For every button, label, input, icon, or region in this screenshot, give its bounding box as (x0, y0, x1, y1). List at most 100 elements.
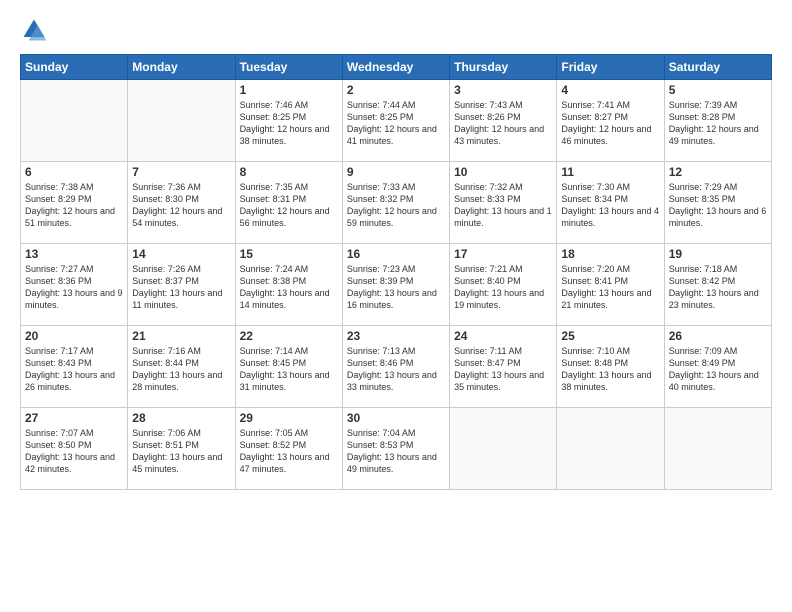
day-number: 5 (669, 83, 767, 97)
calendar-week-4: 20 Sunrise: 7:17 AMSunset: 8:43 PMDayligh… (21, 326, 772, 408)
day-info: Sunrise: 7:16 AMSunset: 8:44 PMDaylight:… (132, 345, 230, 394)
calendar-cell: 16 Sunrise: 7:23 AMSunset: 8:39 PMDayligh… (342, 244, 449, 326)
day-info: Sunrise: 7:36 AMSunset: 8:30 PMDaylight:… (132, 181, 230, 230)
day-number: 1 (240, 83, 338, 97)
day-number: 27 (25, 411, 123, 425)
day-number: 3 (454, 83, 552, 97)
day-info: Sunrise: 7:04 AMSunset: 8:53 PMDaylight:… (347, 427, 445, 476)
day-number: 16 (347, 247, 445, 261)
calendar-header-wednesday: Wednesday (342, 55, 449, 80)
day-number: 12 (669, 165, 767, 179)
day-info: Sunrise: 7:30 AMSunset: 8:34 PMDaylight:… (561, 181, 659, 230)
calendar-week-1: 1 Sunrise: 7:46 AMSunset: 8:25 PMDaylight… (21, 80, 772, 162)
day-info: Sunrise: 7:17 AMSunset: 8:43 PMDaylight:… (25, 345, 123, 394)
calendar-cell: 21 Sunrise: 7:16 AMSunset: 8:44 PMDayligh… (128, 326, 235, 408)
day-number: 22 (240, 329, 338, 343)
day-info: Sunrise: 7:43 AMSunset: 8:26 PMDaylight:… (454, 99, 552, 148)
day-info: Sunrise: 7:33 AMSunset: 8:32 PMDaylight:… (347, 181, 445, 230)
day-info: Sunrise: 7:07 AMSunset: 8:50 PMDaylight:… (25, 427, 123, 476)
day-number: 30 (347, 411, 445, 425)
day-info: Sunrise: 7:14 AMSunset: 8:45 PMDaylight:… (240, 345, 338, 394)
calendar-cell: 3 Sunrise: 7:43 AMSunset: 8:26 PMDaylight… (450, 80, 557, 162)
day-info: Sunrise: 7:20 AMSunset: 8:41 PMDaylight:… (561, 263, 659, 312)
calendar-cell: 8 Sunrise: 7:35 AMSunset: 8:31 PMDaylight… (235, 162, 342, 244)
calendar-cell (450, 408, 557, 490)
day-number: 14 (132, 247, 230, 261)
day-number: 28 (132, 411, 230, 425)
calendar-cell: 4Sunrise: 7:41 AMSunset: 8:27 PMDaylight… (557, 80, 664, 162)
day-number: 26 (669, 329, 767, 343)
calendar-cell: 27 Sunrise: 7:07 AMSunset: 8:50 PMDayligh… (21, 408, 128, 490)
calendar-cell: 5 Sunrise: 7:39 AMSunset: 8:28 PMDaylight… (664, 80, 771, 162)
day-number: 21 (132, 329, 230, 343)
day-number: 24 (454, 329, 552, 343)
day-info: Sunrise: 7:44 AMSunset: 8:25 PMDaylight:… (347, 99, 445, 148)
calendar-cell: 7 Sunrise: 7:36 AMSunset: 8:30 PMDaylight… (128, 162, 235, 244)
day-number: 13 (25, 247, 123, 261)
calendar-cell: 19 Sunrise: 7:18 AMSunset: 8:42 PMDayligh… (664, 244, 771, 326)
calendar-header-thursday: Thursday (450, 55, 557, 80)
day-number: 18 (561, 247, 659, 261)
day-info: Sunrise: 7:24 AMSunset: 8:38 PMDaylight:… (240, 263, 338, 312)
day-number: 25 (561, 329, 659, 343)
calendar-week-3: 13 Sunrise: 7:27 AMSunset: 8:36 PMDayligh… (21, 244, 772, 326)
calendar-header-sunday: Sunday (21, 55, 128, 80)
calendar-cell: 25Sunrise: 7:10 AMSunset: 8:48 PMDayligh… (557, 326, 664, 408)
calendar-week-2: 6 Sunrise: 7:38 AMSunset: 8:29 PMDaylight… (21, 162, 772, 244)
calendar-cell: 12 Sunrise: 7:29 AMSunset: 8:35 PMDayligh… (664, 162, 771, 244)
day-info: Sunrise: 7:18 AMSunset: 8:42 PMDaylight:… (669, 263, 767, 312)
day-number: 29 (240, 411, 338, 425)
calendar-header-tuesday: Tuesday (235, 55, 342, 80)
calendar-cell: 2Sunrise: 7:44 AMSunset: 8:25 PMDaylight… (342, 80, 449, 162)
calendar-cell: 10 Sunrise: 7:32 AMSunset: 8:33 PMDayligh… (450, 162, 557, 244)
calendar-cell: 6 Sunrise: 7:38 AMSunset: 8:29 PMDaylight… (21, 162, 128, 244)
day-info: Sunrise: 7:21 AMSunset: 8:40 PMDaylight:… (454, 263, 552, 312)
day-number: 17 (454, 247, 552, 261)
calendar-cell: 20 Sunrise: 7:17 AMSunset: 8:43 PMDayligh… (21, 326, 128, 408)
calendar-cell: 23Sunrise: 7:13 AMSunset: 8:46 PMDayligh… (342, 326, 449, 408)
day-info: Sunrise: 7:05 AMSunset: 8:52 PMDaylight:… (240, 427, 338, 476)
calendar-header-saturday: Saturday (664, 55, 771, 80)
day-info: Sunrise: 7:09 AMSunset: 8:49 PMDaylight:… (669, 345, 767, 394)
calendar-header-friday: Friday (557, 55, 664, 80)
calendar-cell: 22 Sunrise: 7:14 AMSunset: 8:45 PMDayligh… (235, 326, 342, 408)
day-number: 23 (347, 329, 445, 343)
calendar-cell: 1 Sunrise: 7:46 AMSunset: 8:25 PMDaylight… (235, 80, 342, 162)
calendar-cell: 13 Sunrise: 7:27 AMSunset: 8:36 PMDayligh… (21, 244, 128, 326)
day-number: 19 (669, 247, 767, 261)
day-info: Sunrise: 7:39 AMSunset: 8:28 PMDaylight:… (669, 99, 767, 148)
logo (20, 16, 52, 44)
calendar-cell: 15 Sunrise: 7:24 AMSunset: 8:38 PMDayligh… (235, 244, 342, 326)
calendar-cell: 29 Sunrise: 7:05 AMSunset: 8:52 PMDayligh… (235, 408, 342, 490)
calendar: SundayMondayTuesdayWednesdayThursdayFrid… (20, 54, 772, 490)
day-number: 20 (25, 329, 123, 343)
calendar-header-monday: Monday (128, 55, 235, 80)
day-number: 6 (25, 165, 123, 179)
day-info: Sunrise: 7:23 AMSunset: 8:39 PMDaylight:… (347, 263, 445, 312)
day-info: Sunrise: 7:26 AMSunset: 8:37 PMDaylight:… (132, 263, 230, 312)
calendar-header-row: SundayMondayTuesdayWednesdayThursdayFrid… (21, 55, 772, 80)
calendar-cell: 14 Sunrise: 7:26 AMSunset: 8:37 PMDayligh… (128, 244, 235, 326)
calendar-cell: 11Sunrise: 7:30 AMSunset: 8:34 PMDayligh… (557, 162, 664, 244)
day-number: 10 (454, 165, 552, 179)
calendar-cell: 17 Sunrise: 7:21 AMSunset: 8:40 PMDayligh… (450, 244, 557, 326)
day-info: Sunrise: 7:11 AMSunset: 8:47 PMDaylight:… (454, 345, 552, 394)
calendar-cell (21, 80, 128, 162)
day-number: 7 (132, 165, 230, 179)
calendar-cell: 24 Sunrise: 7:11 AMSunset: 8:47 PMDayligh… (450, 326, 557, 408)
day-number: 9 (347, 165, 445, 179)
header (20, 16, 772, 44)
calendar-cell: 30 Sunrise: 7:04 AMSunset: 8:53 PMDayligh… (342, 408, 449, 490)
day-info: Sunrise: 7:06 AMSunset: 8:51 PMDaylight:… (132, 427, 230, 476)
calendar-cell (557, 408, 664, 490)
day-info: Sunrise: 7:29 AMSunset: 8:35 PMDaylight:… (669, 181, 767, 230)
day-info: Sunrise: 7:27 AMSunset: 8:36 PMDaylight:… (25, 263, 123, 312)
day-info: Sunrise: 7:32 AMSunset: 8:33 PMDaylight:… (454, 181, 552, 230)
day-info: Sunrise: 7:41 AMSunset: 8:27 PMDaylight:… (561, 99, 659, 148)
day-number: 8 (240, 165, 338, 179)
logo-icon (20, 16, 48, 44)
day-info: Sunrise: 7:46 AMSunset: 8:25 PMDaylight:… (240, 99, 338, 148)
day-info: Sunrise: 7:35 AMSunset: 8:31 PMDaylight:… (240, 181, 338, 230)
day-info: Sunrise: 7:38 AMSunset: 8:29 PMDaylight:… (25, 181, 123, 230)
day-number: 15 (240, 247, 338, 261)
